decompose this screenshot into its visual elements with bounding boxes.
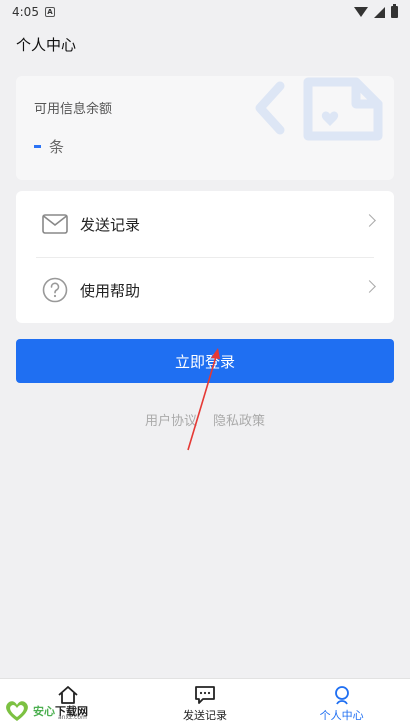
nav-item-send-records[interactable]: 发送记录 — [137, 679, 274, 728]
status-time: 4:05 — [12, 5, 39, 19]
site-watermark-logo: 安心下载网 anxz.com — [4, 697, 88, 725]
menu-item-label: 发送记录 — [80, 215, 141, 234]
annotation-arrow-icon — [187, 348, 220, 451]
status-icons — [354, 4, 398, 18]
nav-item-profile[interactable]: 个人中心 — [273, 679, 410, 728]
message-watermark-icon — [255, 77, 383, 141]
menu-item-help[interactable]: 使用帮助 — [16, 257, 394, 323]
nav-label-send-records: 发送记录 — [183, 709, 227, 722]
balance-amount: 条 — [34, 136, 64, 157]
balance-value-dash — [34, 145, 41, 148]
notification-icon: A — [44, 7, 55, 17]
balance-label: 可用信息余额 — [34, 102, 113, 117]
nav-label-profile: 个人中心 — [319, 709, 364, 722]
signal-icon — [374, 6, 385, 18]
chat-icon — [195, 686, 215, 704]
balance-card: 可用信息余额 条 — [16, 76, 394, 180]
menu-item-send-records[interactable]: 发送记录 — [16, 191, 394, 257]
wifi-icon — [354, 7, 368, 17]
person-icon — [334, 686, 349, 705]
watermark-url: anxz.com — [58, 714, 87, 721]
question-circle-icon — [42, 277, 68, 303]
balance-unit: 条 — [49, 138, 65, 156]
heart-logo-icon — [6, 701, 28, 721]
menu-item-label: 使用帮助 — [80, 281, 141, 300]
envelope-icon — [42, 211, 68, 237]
chevron-right-icon — [363, 214, 376, 227]
page-title: 个人中心 — [16, 36, 77, 54]
status-bar: 4:05 A — [0, 0, 410, 24]
battery-icon — [391, 4, 398, 18]
menu-card: 发送记录 使用帮助 — [16, 191, 394, 323]
chevron-right-icon — [363, 280, 376, 293]
